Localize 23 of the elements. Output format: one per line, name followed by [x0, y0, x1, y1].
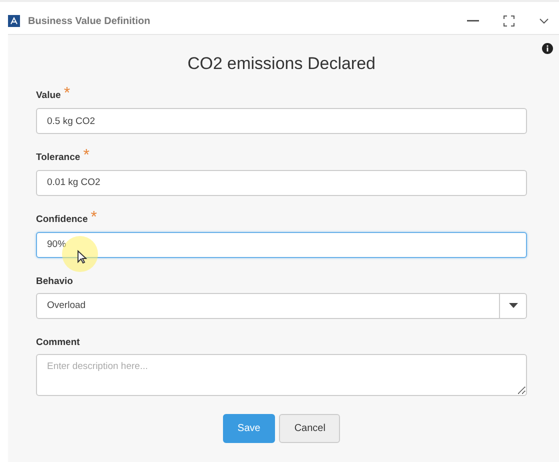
required-mark: * — [83, 147, 90, 164]
window-title: Business Value Definition — [28, 14, 150, 28]
required-mark: * — [64, 85, 70, 102]
required-mark: * — [90, 208, 97, 226]
caret-icon — [508, 303, 518, 308]
input-field[interactable]: 0.01 kg CO2 — [36, 170, 527, 196]
cancel-button[interactable]: Cancel — [279, 414, 340, 444]
comment-field[interactable]: Enter description here... — [36, 354, 527, 396]
minimize-icon[interactable] — [467, 20, 479, 22]
field-label: Behavio — [36, 274, 73, 289]
field-label: Comment — [36, 336, 80, 350]
input-field[interactable]: 90% — [36, 232, 527, 258]
field-label: Value — [36, 89, 61, 104]
field-label: Confidence — [36, 212, 88, 227]
info-icon[interactable] — [542, 43, 553, 54]
form-heading: CO2 emissions Declared — [186, 54, 376, 74]
chevron-down-icon[interactable] — [539, 18, 549, 24]
cursor-icon — [77, 250, 87, 264]
expand-icon[interactable] — [503, 15, 515, 27]
app-logo-icon — [8, 15, 20, 27]
field-label: Tolerance — [36, 151, 80, 166]
input-field[interactable]: 0.5 kg CO2 — [36, 108, 527, 134]
dropdown[interactable]: Overload — [36, 292, 527, 319]
